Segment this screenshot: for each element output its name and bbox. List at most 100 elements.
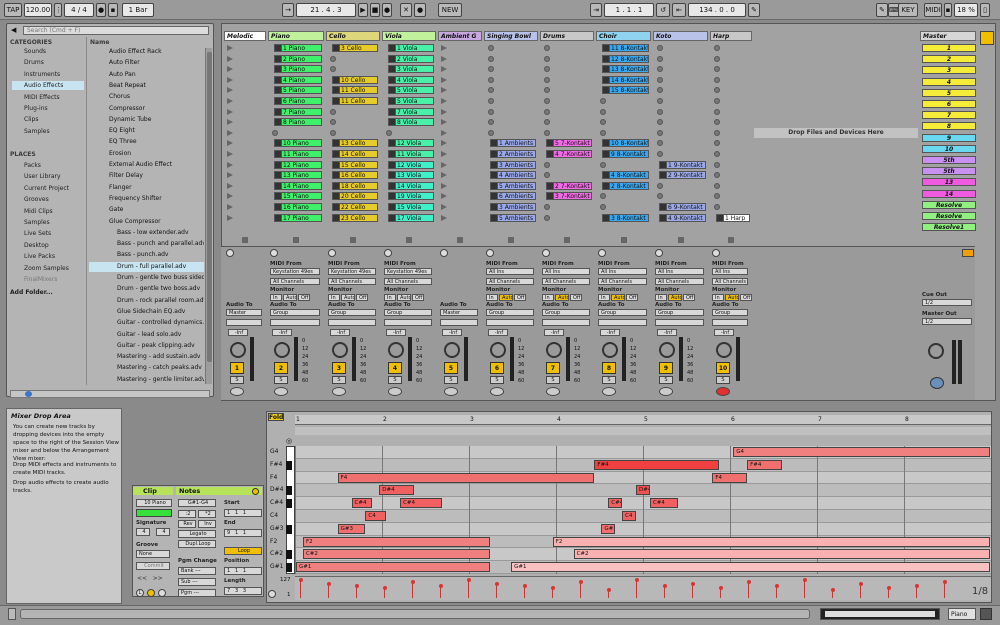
clip-slot[interactable]: 6 Ambients <box>490 192 536 201</box>
empty-slot-button[interactable] <box>600 129 606 136</box>
song-position-field[interactable]: 21 . 4 . 3 <box>296 3 356 17</box>
clip-slot[interactable]: 2 Ambients <box>490 150 536 158</box>
empty-slot-button[interactable] <box>488 98 494 104</box>
empty-slot-button[interactable] <box>714 76 720 83</box>
scene-launch-icon[interactable] <box>227 66 233 73</box>
envelope-icon[interactable] <box>147 589 155 597</box>
scene-launch-icon[interactable] <box>441 214 447 221</box>
master-fold-icon[interactable] <box>962 249 974 257</box>
volume-readout[interactable]: -Inf <box>228 329 248 336</box>
scene-launch-10[interactable]: 10 <box>922 144 976 153</box>
midi-note[interactable]: C4 <box>622 511 637 521</box>
output-channel-select[interactable] <box>226 319 262 326</box>
browser-item[interactable]: Frequency Shifter <box>89 194 204 204</box>
clip-slot[interactable]: 2 8-Kontakt 5 <box>602 181 649 190</box>
scene-launch-icon[interactable] <box>227 87 233 94</box>
time-signature-field[interactable]: 4 / 4 <box>64 3 94 17</box>
monitor-in-button[interactable]: In <box>712 294 724 301</box>
track-activator-icon[interactable] <box>270 249 278 257</box>
solo-button[interactable]: S <box>546 376 560 384</box>
empty-slot-button[interactable] <box>272 129 278 136</box>
scene-launch-4[interactable]: 4 <box>922 77 976 86</box>
browser-item[interactable]: Glue Compressor <box>89 217 204 227</box>
track-activator-button[interactable]: 8 <box>602 362 616 374</box>
track-header-harp[interactable]: Harp <box>710 31 752 41</box>
clip-slot[interactable]: 1 9-Kontakt 5 <box>659 160 706 169</box>
midi-note[interactable]: C#4 <box>649 498 678 509</box>
clip-slot[interactable]: 2 7-Kontakt 5 <box>546 181 592 190</box>
scene-launch-icon[interactable] <box>441 45 447 51</box>
master-pan-knob[interactable] <box>928 343 944 359</box>
output-select[interactable]: Master <box>226 309 262 316</box>
loop-button[interactable]: Loop <box>224 547 262 555</box>
scene-launch-icon[interactable] <box>441 98 447 104</box>
empty-slot-button[interactable] <box>544 76 550 83</box>
clip-slot[interactable]: 5 7-Kontakt 5 <box>546 139 592 148</box>
master-out-select[interactable]: 1/2 <box>922 318 972 325</box>
scene-launch-icon[interactable] <box>227 161 233 168</box>
scene-launch-7[interactable]: 7 <box>922 111 976 120</box>
clip-slot[interactable]: 8 Viola <box>388 118 434 127</box>
pan-knob[interactable] <box>274 342 290 358</box>
scene-launch-icon[interactable] <box>441 76 447 83</box>
browser-item[interactable]: Drum - full parallel.adv <box>89 261 204 272</box>
output-select[interactable]: Group <box>598 309 647 316</box>
output-select[interactable]: Master <box>440 309 478 316</box>
midi-note[interactable]: D#4 <box>379 485 414 496</box>
empty-slot-button[interactable] <box>544 214 550 221</box>
output-select[interactable]: Group <box>270 309 320 316</box>
empty-slot-button[interactable] <box>657 182 663 189</box>
monitor-in-button[interactable]: In <box>655 294 667 301</box>
output-select[interactable]: Group <box>384 309 432 316</box>
clip-slot[interactable]: 19 Viola <box>388 192 434 201</box>
empty-slot-button[interactable] <box>544 108 550 115</box>
midi-note[interactable]: G#1 <box>511 562 990 573</box>
empty-slot-button[interactable] <box>714 45 720 51</box>
clip-stop-icon[interactable] <box>293 237 299 243</box>
input-type-select[interactable]: All Ins <box>598 268 647 275</box>
input-type-select[interactable]: All Ins <box>655 268 704 275</box>
browser-item[interactable]: Erosion <box>89 149 204 159</box>
monitor-auto-button[interactable]: Auto <box>499 294 513 301</box>
clip-slot[interactable]: 4 9-Kontakt 5 <box>659 213 706 222</box>
monitor-off-button[interactable]: Off <box>514 294 526 301</box>
track-header-ambient-g[interactable]: Ambient G <box>438 31 482 41</box>
empty-slot-button[interactable] <box>544 129 550 136</box>
scene-launch-icon[interactable] <box>441 140 447 147</box>
arm-button[interactable] <box>659 387 673 396</box>
velocity-stem[interactable] <box>328 584 329 598</box>
browser-item[interactable]: Mastering - catch peaks.adv <box>89 363 204 373</box>
empty-slot-button[interactable] <box>657 98 663 104</box>
track-header-viola[interactable]: Viola <box>382 31 436 41</box>
clip-stop-icon[interactable] <box>242 237 248 243</box>
scene-launch-icon[interactable] <box>227 193 233 200</box>
signature-denominator[interactable]: 4 <box>156 528 170 536</box>
place-live-packs[interactable]: Live Packs <box>12 252 84 261</box>
output-channel-select[interactable] <box>542 319 590 326</box>
preview-bar[interactable] <box>10 390 210 398</box>
clip-slot[interactable]: 22 Cello <box>332 203 378 211</box>
monitor-off-button[interactable]: Off <box>740 294 752 301</box>
track-activator-icon[interactable] <box>655 249 663 257</box>
empty-slot-button[interactable] <box>330 108 336 115</box>
browser-item[interactable]: Compressor <box>89 104 204 114</box>
browser-item[interactable]: Guitar - peak clipping.adv <box>89 341 204 351</box>
clip-slot[interactable]: 14 Viola <box>388 181 434 190</box>
pan-knob[interactable] <box>546 342 562 358</box>
output-channel-select[interactable] <box>440 319 478 326</box>
track-activator-button[interactable]: 2 <box>274 362 288 374</box>
loop-switch-icon[interactable]: ↺ <box>656 3 670 17</box>
category-audio-effects[interactable]: Audio Effects <box>12 81 84 91</box>
follow-icon[interactable]: → <box>282 3 294 17</box>
place-packs[interactable]: Packs <box>12 161 84 170</box>
velocity-handle[interactable] <box>382 586 387 590</box>
midi-note[interactable]: G#3 <box>337 523 366 534</box>
detail-view-toggle[interactable] <box>980 608 992 620</box>
track-activator-button[interactable]: 4 <box>388 362 402 374</box>
input-channel-select[interactable]: All Channels <box>270 278 320 285</box>
scene-launch-icon[interactable] <box>227 98 233 104</box>
cue-out-select[interactable]: 1/2 <box>922 299 972 306</box>
monitor-in-button[interactable]: In <box>384 294 396 301</box>
scene-launch-icon[interactable] <box>441 108 447 115</box>
reverse-button[interactable]: Rev <box>178 520 196 528</box>
